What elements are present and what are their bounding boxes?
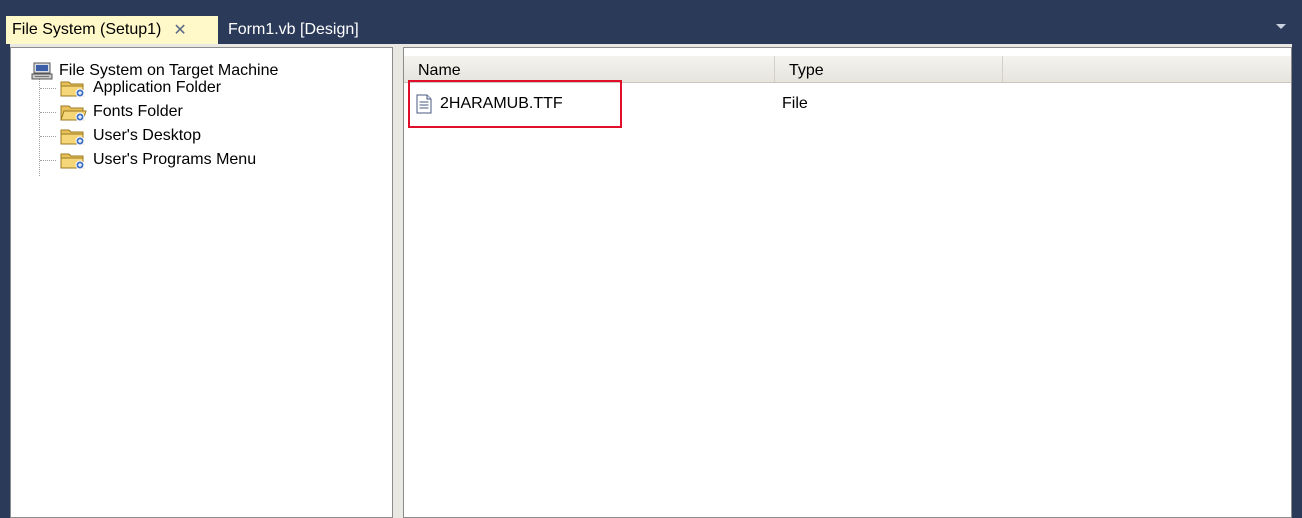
column-label: Type <box>789 62 824 79</box>
column-header-type[interactable]: Type <box>775 56 1003 82</box>
tree-item-label: User's Desktop <box>93 127 201 144</box>
fonts-folder-icon <box>59 102 87 122</box>
tab-label: File System (Setup1) <box>12 21 162 38</box>
tab-form1-design[interactable]: Form1.vb [Design] <box>222 16 374 44</box>
tree-connector <box>40 88 56 90</box>
column-header-name[interactable]: Name <box>404 56 775 82</box>
tree-item-label: Application Folder <box>93 79 222 96</box>
computer-icon <box>31 62 53 80</box>
file-list-view[interactable]: Name Type 2HARAMUB.TTF File <box>403 47 1292 518</box>
tree-item-users-programs-menu[interactable]: User's Programs Menu <box>59 149 256 171</box>
red-highlight-annotation <box>408 80 622 128</box>
tree-connector <box>40 136 56 138</box>
special-folder-icon <box>59 150 87 170</box>
tree-connector <box>40 160 56 162</box>
tab-label: Form1.vb [Design] <box>228 21 359 38</box>
tree-connector <box>40 112 56 114</box>
special-folder-icon <box>59 78 87 98</box>
list-header: Name Type <box>404 56 1291 83</box>
tree-item-users-desktop[interactable]: User's Desktop <box>59 125 201 147</box>
special-folder-icon <box>59 126 87 146</box>
tree-item-application-folder[interactable]: Application Folder <box>59 77 221 99</box>
cell-type: File <box>782 92 808 116</box>
column-header-empty <box>1003 56 1291 82</box>
file-system-tree[interactable]: File System on Target Machine Applicatio… <box>10 47 393 518</box>
file-type: File <box>782 95 808 112</box>
column-label: Name <box>418 62 461 79</box>
tree-item-label: User's Programs Menu <box>93 151 257 168</box>
close-icon[interactable]: ✕ <box>173 20 186 40</box>
tab-dropdown-icon[interactable] <box>1276 24 1286 29</box>
tab-file-system-setup1[interactable]: File System (Setup1) ✕ <box>6 16 218 44</box>
document-tab-bar: File System (Setup1) ✕ Form1.vb [Design] <box>0 0 1302 44</box>
file-system-editor: File System on Target Machine Applicatio… <box>10 44 1292 518</box>
tree-item-label: Fonts Folder <box>93 103 183 120</box>
tree-item-fonts-folder[interactable]: Fonts Folder <box>59 101 183 123</box>
